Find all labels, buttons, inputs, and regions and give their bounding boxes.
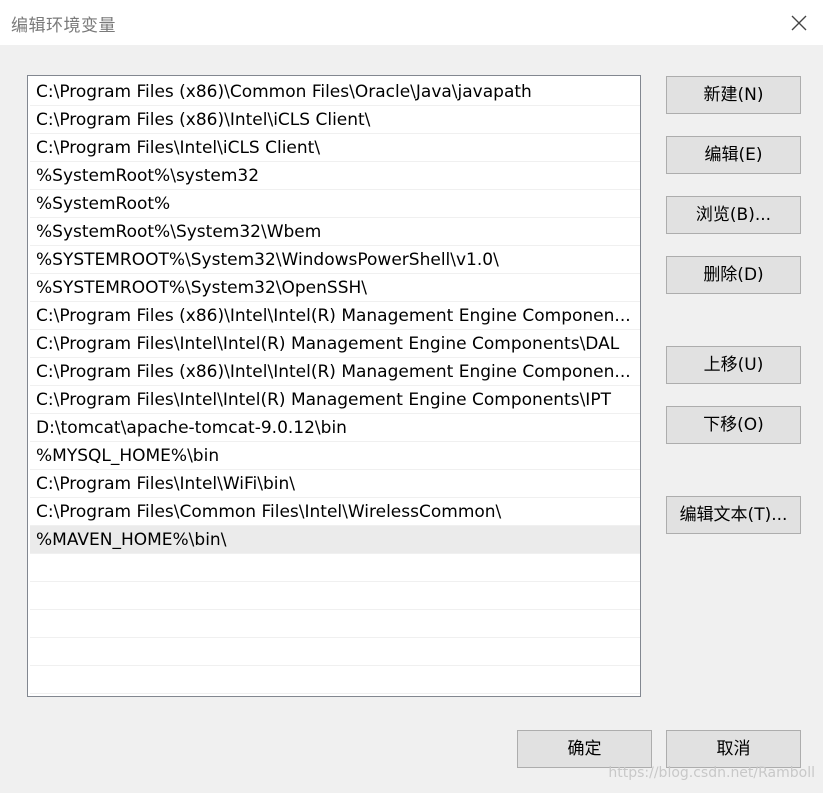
list-item[interactable]: C:\Program Files\Intel\Intel(R) Manageme… [30,330,640,358]
list-item[interactable]: C:\Program Files\Intel\iCLS Client\ [30,134,640,162]
list-item[interactable]: %MAVEN_HOME%\bin\ [30,526,640,554]
list-empty-row[interactable] [30,610,640,638]
list-empty-row[interactable] [30,666,640,694]
list-item[interactable]: %SystemRoot%\system32 [30,162,640,190]
list-empty-row[interactable] [30,638,640,666]
list-item[interactable]: D:\tomcat\apache-tomcat-9.0.12\bin [30,414,640,442]
list-empty-row[interactable] [30,582,640,610]
list-empty-row[interactable] [30,554,640,582]
list-item[interactable]: %SYSTEMROOT%\System32\WindowsPowerShell\… [30,246,640,274]
list-item[interactable]: %SYSTEMROOT%\System32\OpenSSH\ [30,274,640,302]
list-item[interactable]: C:\Program Files\Common Files\Intel\Wire… [30,498,640,526]
delete-button[interactable]: 删除(D) [666,256,801,294]
list-item[interactable]: %SystemRoot% [30,190,640,218]
close-icon[interactable] [787,11,811,35]
move-down-button[interactable]: 下移(O) [666,406,801,444]
list-item[interactable]: C:\Program Files\Intel\WiFi\bin\ [30,470,640,498]
list-item[interactable]: C:\Program Files\Intel\Intel(R) Manageme… [30,386,640,414]
edit-text-button[interactable]: 编辑文本(T)... [666,496,801,534]
window-title: 编辑环境变量 [11,16,116,36]
new-button[interactable]: 新建(N) [666,76,801,114]
list-item[interactable]: C:\Program Files (x86)\Intel\iCLS Client… [30,106,640,134]
list-item[interactable]: C:\Program Files (x86)\Intel\Intel(R) Ma… [30,358,640,386]
list-item[interactable]: %MYSQL_HOME%\bin [30,442,640,470]
list-item[interactable]: C:\Program Files (x86)\Intel\Intel(R) Ma… [30,302,640,330]
ok-button[interactable]: 确定 [517,730,652,768]
path-list[interactable]: C:\Program Files (x86)\Common Files\Orac… [27,75,641,697]
title-bar: 编辑环境变量 [0,0,823,45]
cancel-button[interactable]: 取消 [666,730,801,768]
list-item[interactable]: %SystemRoot%\System32\Wbem [30,218,640,246]
watermark: https://blog.csdn.net/Ramboll [608,765,815,781]
move-up-button[interactable]: 上移(U) [666,346,801,384]
list-item[interactable]: C:\Program Files (x86)\Common Files\Orac… [30,78,640,106]
edit-button[interactable]: 编辑(E) [666,136,801,174]
browse-button[interactable]: 浏览(B)... [666,196,801,234]
